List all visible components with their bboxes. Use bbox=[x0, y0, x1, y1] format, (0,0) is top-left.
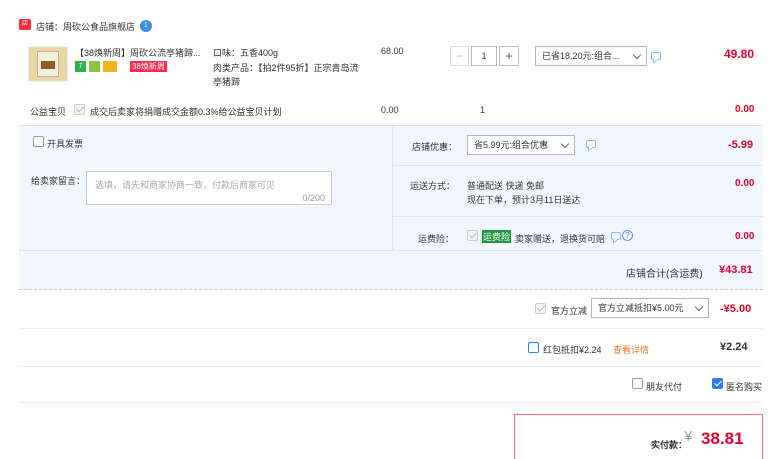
card-icon bbox=[103, 61, 117, 72]
divider bbox=[19, 366, 763, 367]
panel-row-divider-3 bbox=[19, 250, 763, 251]
tmall-7day-icon: 7 bbox=[75, 61, 86, 72]
guarantee-icon bbox=[89, 61, 100, 72]
tag-38: 38焕新周 bbox=[130, 61, 167, 72]
shop-discount-select[interactable]: 省5.99元:组合优惠 bbox=[467, 135, 575, 155]
anonymous-checkbox[interactable] bbox=[712, 378, 723, 389]
redpacket-label: 红包抵扣¥2.24 bbox=[543, 345, 602, 355]
qty-minus-button[interactable]: − bbox=[450, 46, 469, 66]
unit-price: 68.00 bbox=[381, 46, 404, 56]
comment-icon[interactable] bbox=[586, 140, 596, 148]
spec-product: 肉类产品：【拍2件95折】正宗青岛流亭猪蹄 bbox=[213, 63, 359, 87]
message-placeholder: 选填，请先和商家协商一致，付款后商家可见 bbox=[95, 180, 276, 190]
friend-pay-checkbox[interactable] bbox=[632, 378, 643, 389]
chat-badge-icon[interactable]: 1 bbox=[140, 20, 152, 32]
message-label: 给卖家留言： bbox=[31, 176, 86, 186]
qty-plus-button[interactable]: + bbox=[499, 46, 519, 66]
official-discount-label: 官方立减 bbox=[551, 306, 588, 316]
spec-taste: 口味：五香400g bbox=[213, 48, 279, 58]
anonymous-label: 匿名购买 bbox=[726, 382, 763, 392]
shop-discount-amount: -5.99 bbox=[728, 139, 754, 151]
divider bbox=[19, 328, 763, 329]
insurance-text: 卖家赠送，退换货可赔 bbox=[515, 234, 606, 244]
insurance-amount: 0.00 bbox=[735, 231, 755, 242]
message-counter: 0/200 bbox=[302, 193, 325, 203]
official-discount-amount: -¥5.00 bbox=[720, 303, 752, 315]
chevron-down-icon bbox=[694, 302, 704, 312]
charity-text: 成交后卖家将捐赠成交金额0.3%给公益宝贝计划 bbox=[90, 107, 282, 117]
item-subtotal: 49.80 bbox=[724, 47, 755, 61]
chevron-down-icon bbox=[632, 50, 642, 60]
product-image[interactable] bbox=[28, 46, 68, 82]
pay-label: 实付款： bbox=[651, 440, 688, 450]
qty-input[interactable]: 1 bbox=[471, 46, 497, 66]
shipping-note: 现在下单，预计3月11日送达 bbox=[467, 195, 581, 205]
shop-label: 店铺： bbox=[36, 22, 64, 32]
charity-qty: 1 bbox=[480, 105, 486, 115]
insurance-checkbox bbox=[467, 230, 478, 241]
shop-total-label: 店铺合计(含运费) bbox=[626, 269, 703, 280]
item-discount-value: 已省18.20元:组合... bbox=[542, 51, 620, 61]
chevron-down-icon bbox=[560, 139, 570, 149]
official-discount-checkbox bbox=[535, 303, 546, 314]
shop-total-amount: ¥43.81 bbox=[719, 264, 753, 276]
shipping-method: 普通配送 快递 免邮 bbox=[467, 181, 545, 191]
charity-amount: 0.00 bbox=[735, 104, 755, 115]
charity-checkbox bbox=[74, 104, 85, 115]
invoice-checkbox[interactable] bbox=[33, 136, 44, 147]
panel-divider bbox=[392, 126, 393, 250]
pay-amount: 38.81 bbox=[701, 429, 744, 448]
panel-row-divider-1 bbox=[393, 165, 763, 166]
friend-pay-label: 朋友代付 bbox=[646, 382, 683, 392]
comment-icon[interactable] bbox=[651, 52, 661, 60]
comment-icon[interactable] bbox=[611, 232, 621, 240]
official-discount-select[interactable]: 官方立减抵扣¥5.00元 bbox=[591, 298, 709, 318]
shop-icon: 店 bbox=[19, 19, 31, 30]
message-input[interactable]: 选填，请先和商家协商一致，付款后商家可见 0/200 bbox=[86, 171, 332, 205]
invoice-label: 开具发票 bbox=[47, 139, 84, 149]
help-icon[interactable]: ? bbox=[622, 230, 633, 241]
redpacket-checkbox[interactable] bbox=[528, 342, 539, 353]
charity-label: 公益宝贝 bbox=[30, 107, 67, 117]
item-discount-select[interactable]: 已省18.20元:组合... bbox=[535, 46, 647, 66]
shipping-label: 运送方式： bbox=[410, 181, 456, 191]
redpacket-amount: ¥2.24 bbox=[720, 341, 748, 353]
insurance-label: 运费险： bbox=[418, 234, 455, 244]
shipping-amount: 0.00 bbox=[735, 178, 755, 189]
official-discount-value: 官方立减抵扣¥5.00元 bbox=[598, 303, 684, 313]
panel-row-divider-2 bbox=[393, 216, 763, 217]
charity-price: 0.00 bbox=[381, 105, 399, 115]
divider bbox=[19, 402, 763, 403]
shop-discount-label: 店铺优惠： bbox=[412, 142, 458, 152]
insurance-badge: 运费险 bbox=[482, 230, 512, 243]
product-title[interactable]: 【38焕新周】周砍公流亭猪蹄... bbox=[75, 46, 205, 59]
pay-currency: ¥ bbox=[684, 428, 693, 445]
shop-discount-value: 省5.99元:组合优惠 bbox=[474, 140, 549, 150]
redpacket-detail-link[interactable]: 查看详情 bbox=[613, 343, 649, 356]
shop-name[interactable]: 周砍公食品旗舰店 bbox=[63, 20, 135, 33]
pay-summary-box: 实付款： ¥ 38.81 bbox=[514, 414, 763, 459]
